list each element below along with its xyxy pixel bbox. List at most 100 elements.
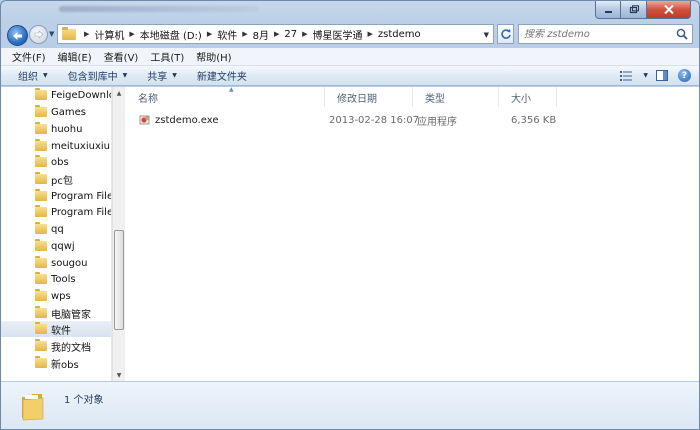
tree-item[interactable]: qq [1,221,111,237]
scroll-down-icon[interactable]: ▼ [113,369,125,381]
tree-item[interactable]: 新obs [1,355,111,371]
include-in-library-button[interactable]: 包含到库中 ▼ [68,68,128,83]
tree-item[interactable]: qqwj [1,238,111,254]
breadcrumb-computer[interactable]: 计算机 [94,27,124,42]
menu-file[interactable]: 文件(F) [12,49,46,64]
tree-item[interactable]: huohu [1,121,111,137]
folder-icon [35,88,47,100]
search-input[interactable] [524,28,674,40]
new-folder-button[interactable]: 新建文件夹 [197,68,247,83]
folder-icon [35,222,47,234]
folder-icon [35,172,47,184]
tree-item[interactable]: meituxiuxiu [1,138,111,154]
tree-item[interactable]: FeigeDownloa [1,87,111,103]
minimize-icon [604,11,612,13]
tree-item-selected[interactable]: 软件 [1,321,111,337]
search-box[interactable] [518,24,693,44]
breadcrumb-august[interactable]: 8月 [253,27,269,42]
tree-item[interactable]: Program Files [1,188,111,204]
help-icon[interactable]: ? [678,69,691,82]
organize-button[interactable]: 组织 ▼ [18,68,48,83]
refresh-button[interactable] [497,24,514,44]
file-name: zstdemo.exe [155,114,219,126]
breadcrumb-zstdemo[interactable]: zstdemo [378,29,421,40]
tree-item[interactable]: Games [1,104,111,120]
tree-item[interactable]: Program Files [1,204,111,220]
scroll-thumb[interactable] [114,230,124,330]
chevron-right-icon[interactable]: ▶ [207,30,212,38]
menu-edit[interactable]: 编辑(E) [58,49,92,64]
tree-item[interactable]: sougou [1,255,111,271]
table-row[interactable]: zstdemo.exe 2013-02-28 16:07 应用程序 6,356 … [126,110,699,130]
window-title-area [59,6,259,12]
tree-item[interactable]: wps [1,288,111,304]
view-options-dropdown[interactable]: ▼ [643,72,648,79]
breadcrumb-boxing[interactable]: 博星医学通 [313,27,363,42]
folder-icon [35,139,47,151]
forward-button[interactable] [29,25,48,44]
menu-view[interactable]: 查看(V) [104,49,139,64]
chevron-right-icon[interactable]: ▶ [129,30,134,38]
chevron-right-icon[interactable]: ▶ [302,30,307,38]
breadcrumb-27[interactable]: 27 [284,29,297,40]
preview-pane-icon[interactable] [656,70,668,81]
file-type: 应用程序 [417,116,457,128]
search-icon[interactable] [676,28,688,40]
minimize-button[interactable] [595,1,621,19]
close-button[interactable] [647,1,691,19]
file-name-cell: zstdemo.exe [139,110,218,130]
chevron-down-icon: ▼ [122,72,128,79]
column-header-modified[interactable]: 修改日期 [325,87,413,107]
share-button[interactable]: 共享 ▼ [147,68,177,83]
recent-pages-dropdown[interactable]: ▼ [49,30,54,38]
back-button[interactable] [7,25,28,46]
menu-bar: 文件(F) 编辑(E) 查看(V) 工具(T) 帮助(H) [1,48,699,66]
menu-help[interactable]: 帮助(H) [196,49,231,64]
folder-icon [35,205,47,217]
column-header-type[interactable]: 类型 [413,87,499,107]
breadcrumb-software[interactable]: 软件 [217,27,237,42]
tree-item[interactable]: 电脑管家 [1,305,111,321]
content-area: FeigeDownloa Games huohu meituxiuxiu obs… [1,86,699,381]
item-count: 1 个对象 [64,395,104,406]
tree-item[interactable]: obs [1,154,111,170]
file-modified: 2013-02-28 16:07 [329,114,420,126]
scroll-up-icon[interactable]: ▲ [113,87,125,99]
navigation-pane: FeigeDownloa Games huohu meituxiuxiu obs… [1,87,112,381]
folder-icon [35,105,47,117]
folder-icon [35,289,47,301]
caption-buttons [595,1,691,19]
chevron-right-icon[interactable]: ▶ [84,30,89,38]
folder-icon [35,356,47,368]
include-library-label: 包含到库中 [67,72,118,83]
refresh-icon [500,29,511,39]
tree-item[interactable]: pc包 [1,171,111,187]
folder-icon [35,322,47,334]
view-details-icon[interactable] [620,70,633,81]
chevron-right-icon[interactable]: ▶ [274,30,279,38]
folder-icon [35,272,47,284]
chevron-right-icon[interactable]: ▶ [242,30,247,38]
folder-icon [35,122,47,134]
share-label: 共享 [147,72,168,83]
new-folder-label: 新建文件夹 [196,72,247,83]
breadcrumb-drive-d[interactable]: 本地磁盘 (D:) [140,27,202,42]
column-header-size[interactable]: 大小 [499,87,557,107]
folder-icon [35,339,47,351]
maximize-button[interactable] [621,1,647,19]
menu-tools[interactable]: 工具(T) [150,49,184,64]
close-icon [663,5,674,14]
tree-item[interactable]: Tools [1,271,111,287]
folder-icon [35,239,47,251]
column-header-name[interactable]: 名称 ▲ [126,86,325,107]
nav-scrollbar[interactable]: ▲ ▼ [112,87,125,381]
address-history-dropdown[interactable]: ▼ [484,31,489,39]
tree-item[interactable]: 我的文档 [1,338,111,354]
chevron-right-icon[interactable]: ▶ [368,30,373,38]
command-bar: 组织 ▼ 包含到库中 ▼ 共享 ▼ 新建文件夹 ▼ ? [1,66,699,86]
application-icon [139,115,150,125]
address-bar[interactable]: ▶ 计算机 ▶ 本地磁盘 (D:) ▶ 软件 ▶ 8月 ▶ 27 ▶ 博星医学通… [57,24,494,44]
folder-icon [35,306,47,318]
details-pane: 1 个对象 [1,381,699,429]
restore-icon [629,5,639,14]
